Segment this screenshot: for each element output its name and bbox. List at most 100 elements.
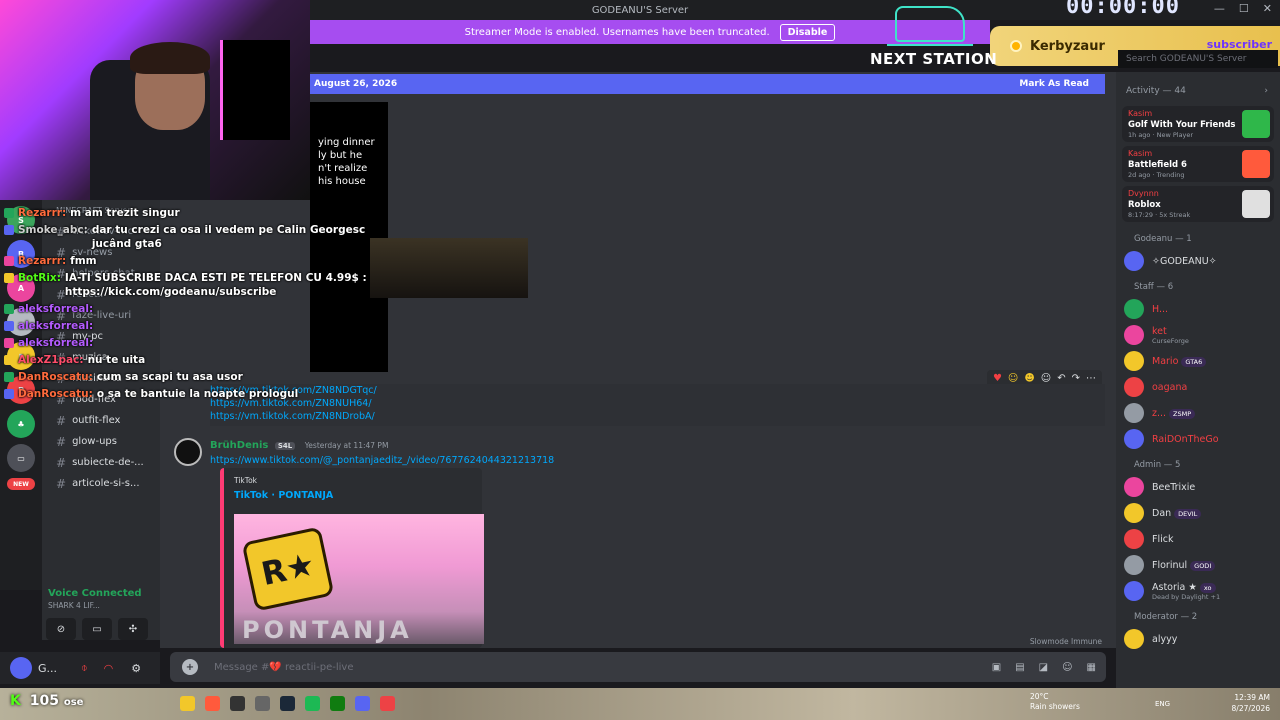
- channel-item[interactable]: # subiecte-de-...: [42, 452, 160, 473]
- chat-username[interactable]: Smoke_abc:: [18, 223, 88, 237]
- add-attachment-icon[interactable]: +: [182, 659, 198, 675]
- maximize-icon[interactable]: ☐: [1239, 2, 1249, 15]
- member-item[interactable]: BeeTrixie: [1116, 474, 1280, 500]
- user-panel: G... ⌽ ◠ ⚙: [0, 652, 160, 684]
- taskbar-app-icon[interactable]: [180, 696, 195, 711]
- disable-button[interactable]: Disable: [779, 23, 836, 41]
- sticker-icon[interactable]: ◪: [1039, 662, 1048, 673]
- member-item[interactable]: oagana: [1116, 374, 1280, 400]
- author-name[interactable]: BrühDenis: [210, 440, 268, 451]
- member-item[interactable]: Astoria ★ xo Dead by Daylight +1: [1116, 578, 1280, 604]
- embed-thumbnail[interactable]: R★ PONTANJA: [234, 514, 484, 644]
- settings-gear-icon[interactable]: ⚙: [131, 662, 141, 675]
- member-item[interactable]: Dan DEVIL: [1116, 500, 1280, 526]
- taskbar-app-icon[interactable]: [280, 696, 295, 711]
- mic-muted-icon[interactable]: ⌽: [81, 661, 88, 675]
- embed-title[interactable]: TikTok · PONTANJA: [234, 490, 333, 501]
- voice-status: Voice Connected SHARK 4 LIF...: [48, 588, 158, 610]
- message-link[interactable]: https://www.tiktok.com/@_pontanjaeditz_/…: [210, 454, 554, 467]
- clip-frame: [370, 238, 528, 298]
- chat-username[interactable]: aleksforreal:: [18, 319, 93, 333]
- taskbar-app-icon[interactable]: [330, 696, 345, 711]
- hash-icon: #: [56, 476, 67, 491]
- channel-item[interactable]: # outfit-flex: [42, 410, 160, 431]
- chat-username[interactable]: Rezarrr:: [18, 206, 66, 220]
- game-icon: [1242, 150, 1270, 178]
- emoji-icon[interactable]: ☺: [1062, 662, 1072, 673]
- message-input[interactable]: Message #💔 reactii-pe-live: [214, 662, 354, 673]
- taskbar-app-icon[interactable]: [255, 696, 270, 711]
- member-status: Dead by Daylight +1: [1152, 592, 1221, 601]
- member-item[interactable]: ✧GODEANU✧: [1116, 248, 1280, 274]
- viewer-suffix: ose: [63, 697, 84, 708]
- chat-username[interactable]: DanRoscatu:: [18, 370, 93, 384]
- deafen-icon[interactable]: ◠: [104, 662, 114, 675]
- taskbar-app-icon[interactable]: [355, 696, 370, 711]
- channel-item[interactable]: # glow-ups: [42, 431, 160, 452]
- gift-icon[interactable]: ▣: [992, 662, 1001, 673]
- avatar[interactable]: [174, 438, 202, 466]
- language-indicator[interactable]: ENG: [1155, 700, 1170, 708]
- member-item[interactable]: z... ZSMP: [1116, 400, 1280, 426]
- activity-card[interactable]: Kasim Golf With Your Friends 1h ago · New …: [1122, 106, 1274, 142]
- taskbar-app-icon[interactable]: [380, 696, 395, 711]
- member-item[interactable]: H...: [1116, 296, 1280, 322]
- avatar: [1124, 325, 1144, 345]
- chat-username[interactable]: DanRoscatu:: [18, 387, 93, 401]
- activity-card[interactable]: Dvynnn Roblox 8:17:29 · 5x Streak: [1122, 186, 1274, 222]
- close-icon[interactable]: ✕: [1263, 2, 1272, 15]
- add-reaction-icon[interactable]: ☺: [1041, 373, 1051, 384]
- avatar[interactable]: [10, 657, 32, 679]
- search-input[interactable]: Search GODEANU'S Server: [1118, 50, 1278, 68]
- chat-message: fmm: [70, 255, 97, 267]
- chat-badge-icon: [4, 355, 14, 365]
- member-text: oagana: [1152, 382, 1187, 393]
- taskbar-app-icon[interactable]: [305, 696, 320, 711]
- weather-widget[interactable]: 20°C Rain showers: [1030, 692, 1080, 712]
- taskbar-app-icon[interactable]: [230, 696, 245, 711]
- chat-username[interactable]: BotRix:: [18, 271, 61, 285]
- message-composer[interactable]: + Message #💔 reactii-pe-live ▣ ▤ ◪ ☺ ▦: [170, 652, 1106, 682]
- taskbar-icons: [180, 696, 395, 711]
- avatar: [1124, 629, 1144, 649]
- activities-icon[interactable]: ✣: [118, 618, 148, 640]
- discord-window: GODEANU'S Server — ☐ ✕ Streamer Mode is …: [0, 0, 1280, 720]
- member-item[interactable]: Mario GTA6: [1116, 348, 1280, 374]
- reply-icon[interactable]: ↶: [1057, 373, 1065, 384]
- laugh-reaction-icon[interactable]: ☺: [1008, 373, 1018, 384]
- chat-username[interactable]: Rezarrr:: [18, 254, 66, 268]
- taskbar-app-icon[interactable]: [205, 696, 220, 711]
- camera-off-icon[interactable]: ⊘: [46, 618, 76, 640]
- activity-card[interactable]: Kasim Battlefield 6 2d ago · Trending: [1122, 146, 1274, 182]
- chat-username[interactable]: aleksforreal:: [18, 302, 93, 316]
- member-item[interactable]: Flick: [1116, 526, 1280, 552]
- forward-icon[interactable]: ↷: [1072, 373, 1080, 384]
- activity-header[interactable]: Activity — 44 ›: [1116, 72, 1280, 102]
- server-icon[interactable]: ▭: [7, 444, 35, 472]
- apps-icon[interactable]: ▦: [1087, 662, 1096, 673]
- channel-name: glow-ups: [72, 436, 117, 447]
- member-item[interactable]: ket CurseForge: [1116, 322, 1280, 348]
- monitor: [220, 40, 290, 140]
- gif-icon[interactable]: ▤: [1015, 662, 1024, 673]
- chat-line: DanRoscatu: cum sa scapi tu asa usor: [4, 370, 374, 384]
- screen-share-icon[interactable]: ▭: [82, 618, 112, 640]
- server-icon[interactable]: ♣: [7, 410, 35, 438]
- member-item[interactable]: Florinul GODI: [1116, 552, 1280, 578]
- message-link[interactable]: https://vm.tiktok.com/ZN8NDrobA/: [210, 410, 1105, 423]
- member-item[interactable]: RaiDOnTheGo: [1116, 426, 1280, 452]
- new-messages-bar[interactable]: August 26, 2026 Mark As Read: [310, 74, 1105, 94]
- chat-username[interactable]: AlexZ1pac:: [18, 353, 84, 367]
- grin-reaction-icon[interactable]: ☻: [1024, 373, 1034, 384]
- channel-item[interactable]: # articole-si-s...: [42, 473, 160, 494]
- clip-caption: ying dinner ly but he n't realize his hous…: [318, 136, 375, 188]
- heart-reaction-icon[interactable]: ♥: [993, 373, 1002, 384]
- minimize-icon[interactable]: —: [1214, 2, 1225, 15]
- more-icon[interactable]: ⋯: [1086, 373, 1096, 384]
- mark-as-read-button[interactable]: Mark As Read: [1019, 79, 1089, 89]
- chevron-right-icon[interactable]: ›: [1264, 86, 1268, 96]
- clip-caption-line: his house: [318, 176, 366, 187]
- chat-username[interactable]: aleksforreal:: [18, 336, 93, 350]
- member-item[interactable]: alyyy: [1116, 626, 1280, 652]
- tray-time: 12:39 AM: [1234, 693, 1270, 702]
